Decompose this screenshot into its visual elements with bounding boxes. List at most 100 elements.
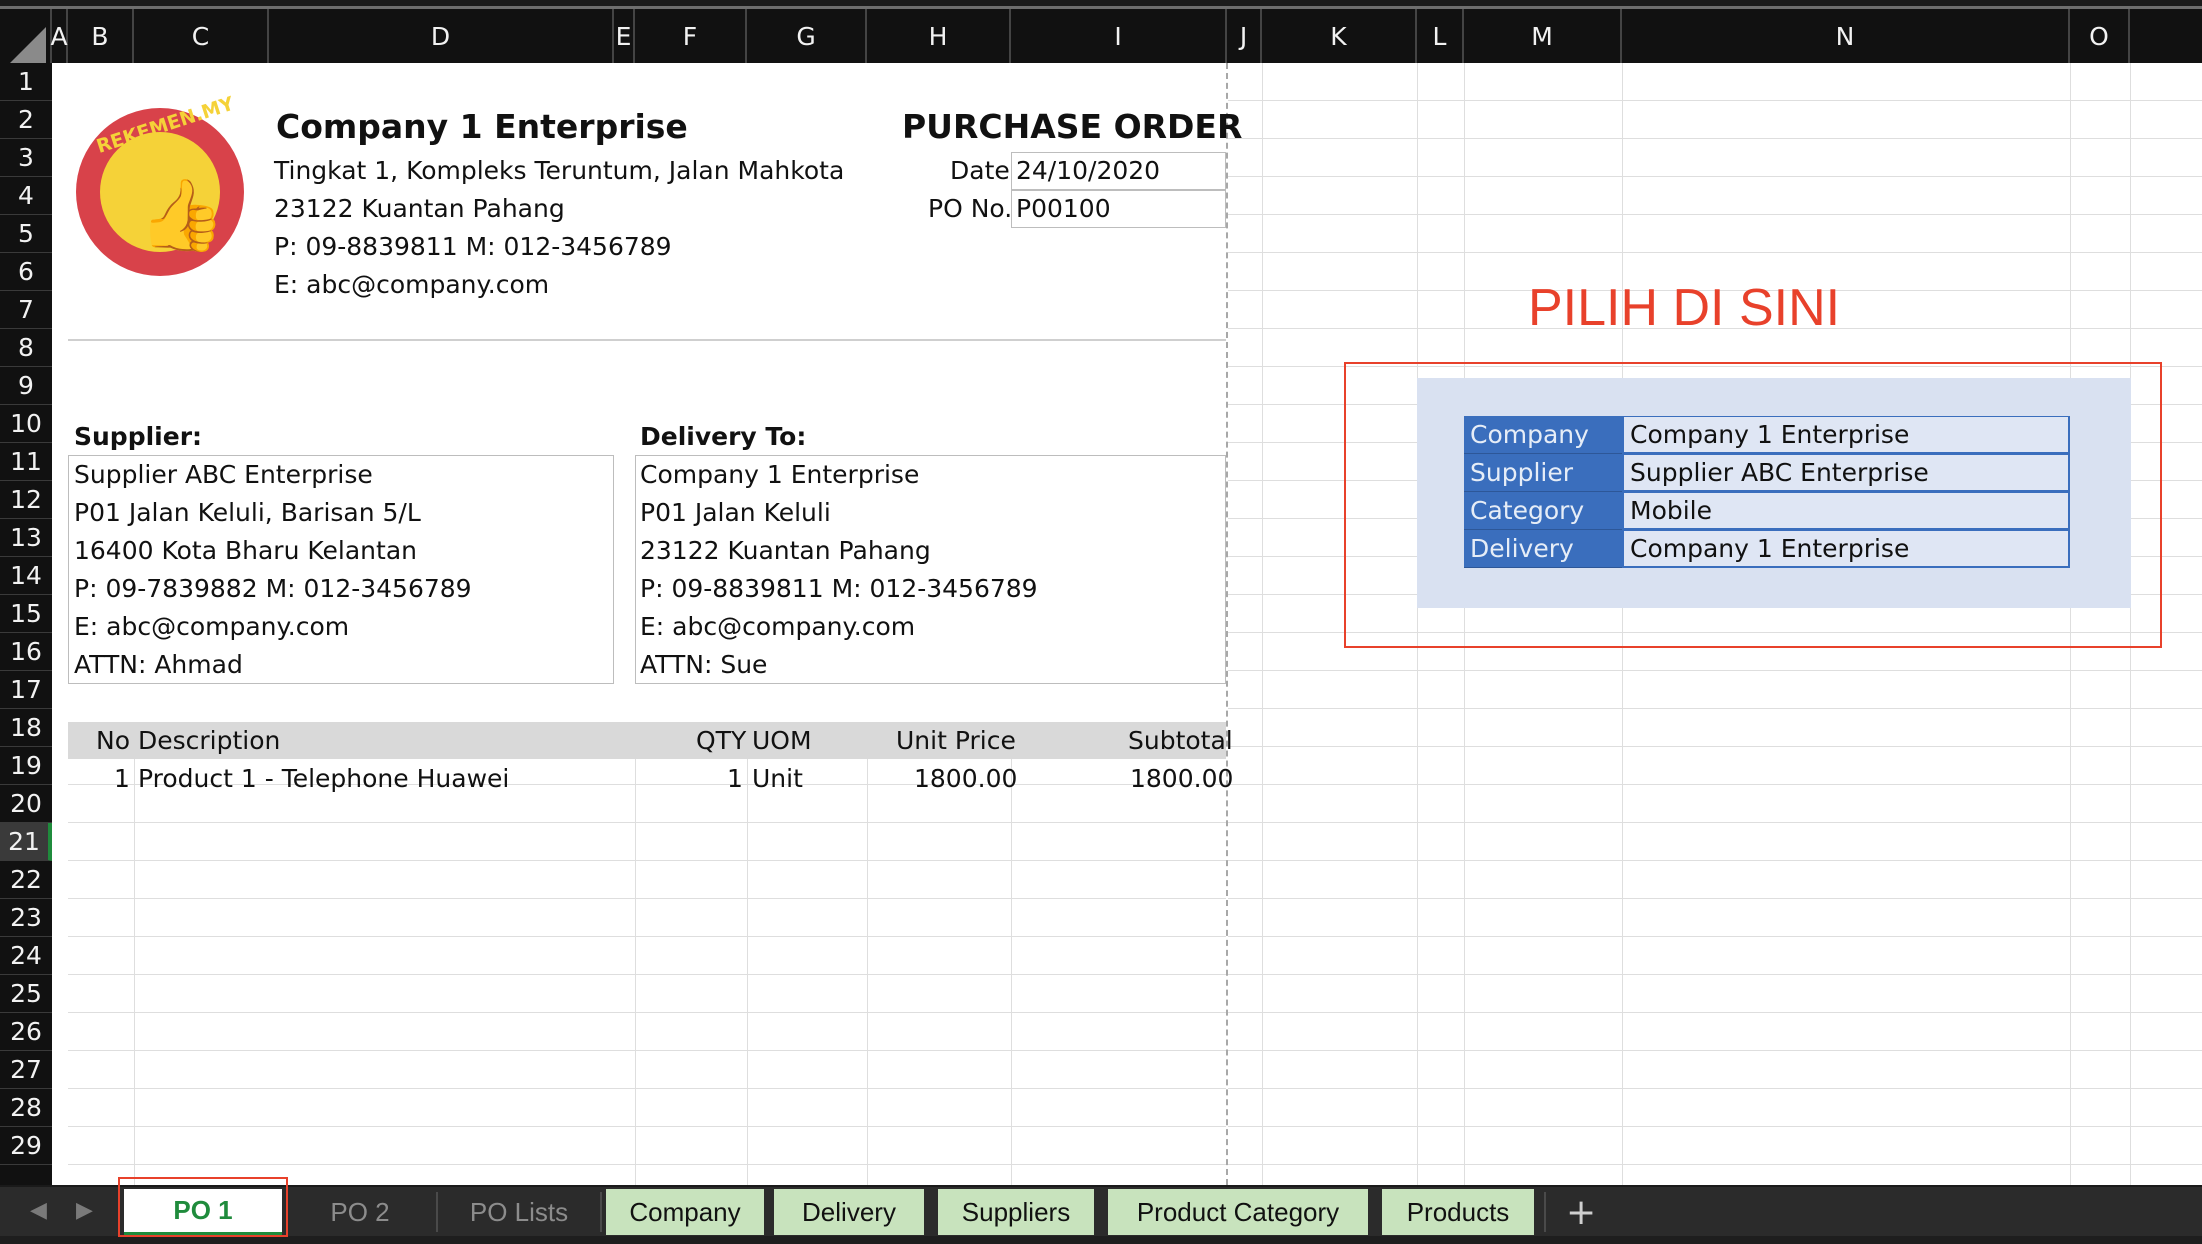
supplier-line: Supplier ABC Enterprise (74, 460, 373, 489)
item-row-subtotal[interactable]: 1800.00 (1130, 764, 1233, 793)
row-header-28[interactable]: 28 (0, 1089, 52, 1127)
row-header-17[interactable]: 17 (0, 671, 52, 709)
row-header-24[interactable]: 24 (0, 937, 52, 975)
row-header-8[interactable]: 8 (0, 329, 52, 367)
po-date-value: 24/10/2020 (1016, 156, 1161, 185)
row-header-15[interactable]: 15 (0, 595, 52, 633)
column-header-d[interactable]: D (269, 9, 614, 63)
row-header-16[interactable]: 16 (0, 633, 52, 671)
company-address-2[interactable]: 23122 Kuantan Pahang (274, 194, 565, 223)
sheet-tab-products[interactable]: Products (1382, 1189, 1534, 1235)
row-header-5[interactable]: 5 (0, 215, 52, 253)
grid-column-line (1011, 747, 1012, 1185)
row-header-13[interactable]: 13 (0, 519, 52, 557)
grid-row-line (1228, 1012, 2202, 1013)
selector-label: Category (1464, 492, 1622, 530)
row-header-11[interactable]: 11 (0, 443, 52, 481)
grid-row-line (1228, 214, 2202, 215)
row-header-3[interactable]: 3 (0, 139, 52, 177)
select-all-corner[interactable] (0, 9, 52, 63)
selector-dropdown-supplier[interactable]: Supplier ABC Enterprise (1622, 454, 2070, 492)
row-header-26[interactable]: 26 (0, 1013, 52, 1051)
company-phone[interactable]: P: 09-8839811 M: 012-3456789 (274, 232, 672, 261)
grid-row-line (1228, 1164, 2202, 1165)
row-header-18[interactable]: 18 (0, 709, 52, 747)
grid-row-line (1228, 936, 2202, 937)
po-title[interactable]: PURCHASE ORDER (902, 107, 1242, 146)
row-header-14[interactable]: 14 (0, 557, 52, 595)
row-header-23[interactable]: 23 (0, 899, 52, 937)
row-header-9[interactable]: 9 (0, 367, 52, 405)
item-row-uom[interactable]: Unit (752, 764, 803, 793)
supplier-line: E: abc@company.com (74, 612, 350, 641)
column-header-b[interactable]: B (68, 9, 134, 63)
row-header-1[interactable]: 1 (0, 63, 52, 101)
grid-column-line (1262, 63, 1263, 1185)
column-header-o[interactable]: O (2070, 9, 2130, 63)
column-header-i[interactable]: I (1011, 9, 1227, 63)
row-header-19[interactable]: 19 (0, 747, 52, 785)
sheet-tab-delivery[interactable]: Delivery (774, 1189, 924, 1235)
company-address-1[interactable]: Tingkat 1, Kompleks Teruntum, Jalan Mahk… (274, 156, 844, 185)
row-header-4[interactable]: 4 (0, 177, 52, 215)
po-no-label: PO No. (928, 194, 1013, 223)
grid-row-line (1228, 252, 2202, 253)
sheet-tab-suppliers[interactable]: Suppliers (938, 1189, 1094, 1235)
grid-row-line (1228, 1126, 2202, 1127)
column-header-m[interactable]: M (1464, 9, 1622, 63)
po-date-label: Date (950, 156, 1010, 185)
selector-dropdown-category[interactable]: Mobile (1622, 492, 2070, 530)
supplier-heading: Supplier: (74, 422, 203, 451)
column-header-n[interactable]: N (1622, 9, 2070, 63)
column-header-e[interactable]: E (614, 9, 635, 63)
selector-dropdown-company[interactable]: Company 1 Enterprise (1622, 416, 2070, 454)
column-header-f[interactable]: F (635, 9, 747, 63)
grid-row-line (1228, 1088, 2202, 1089)
row-header-6[interactable]: 6 (0, 253, 52, 291)
row-header-27[interactable]: 27 (0, 1051, 52, 1089)
company-email[interactable]: E: abc@company.com (274, 270, 549, 299)
column-header-a[interactable]: A (50, 9, 68, 63)
sheet-tab-company[interactable]: Company (606, 1189, 764, 1235)
row-header-7[interactable]: 7 (0, 291, 52, 329)
row-header-29[interactable]: 29 (0, 1127, 52, 1165)
grid-row-line (68, 822, 1226, 823)
tab-separator (1544, 1192, 1546, 1232)
grid-row-line (68, 1164, 1226, 1165)
column-header-k[interactable]: K (1262, 9, 1417, 63)
sheet-tab-po-lists[interactable]: PO Lists (444, 1189, 594, 1235)
row-header-12[interactable]: 12 (0, 481, 52, 519)
supplier-line: 16400 Kota Bharu Kelantan (74, 536, 417, 565)
delivery-line: E: abc@company.com (640, 612, 916, 641)
row-header-25[interactable]: 25 (0, 975, 52, 1013)
grid-row-line (1228, 1050, 2202, 1051)
select-all-icon (10, 27, 46, 63)
item-row-qty[interactable]: 1 (727, 764, 743, 793)
row-header-21[interactable]: 21 (0, 823, 52, 861)
item-row-no[interactable]: 1 (114, 764, 130, 793)
sheet-tab-product-category[interactable]: Product Category (1108, 1189, 1368, 1235)
column-header-g[interactable]: G (747, 9, 867, 63)
tab-separator (600, 1192, 602, 1232)
column-header-j[interactable]: J (1227, 9, 1262, 63)
item-row-unit-price[interactable]: 1800.00 (914, 764, 1017, 793)
row-header-10[interactable]: 10 (0, 405, 52, 443)
selector-dropdown-delivery[interactable]: Company 1 Enterprise (1622, 530, 2070, 568)
grid-row-line (1228, 898, 2202, 899)
scroll-tabs-right-icon[interactable]: ▶ (76, 1198, 93, 1223)
company-name[interactable]: Company 1 Enterprise (276, 107, 688, 146)
row-header-20[interactable]: 20 (0, 785, 52, 823)
grid-row-line (1228, 176, 2202, 177)
selector-row-company: Company Company 1 Enterprise (1464, 416, 2070, 454)
grid-column-line (134, 747, 135, 1185)
item-row-description[interactable]: Product 1 - Telephone Huawei (138, 764, 509, 793)
column-header-c[interactable]: C (134, 9, 269, 63)
grid-row-line (1228, 784, 2202, 785)
scroll-tabs-left-icon[interactable]: ◀ (30, 1198, 47, 1223)
sheet-tab-po2[interactable]: PO 2 (290, 1189, 430, 1235)
row-header-22[interactable]: 22 (0, 861, 52, 899)
column-header-l[interactable]: L (1417, 9, 1464, 63)
column-header-h[interactable]: H (867, 9, 1011, 63)
add-sheet-icon[interactable]: + (1566, 1192, 1596, 1233)
row-header-2[interactable]: 2 (0, 101, 52, 139)
